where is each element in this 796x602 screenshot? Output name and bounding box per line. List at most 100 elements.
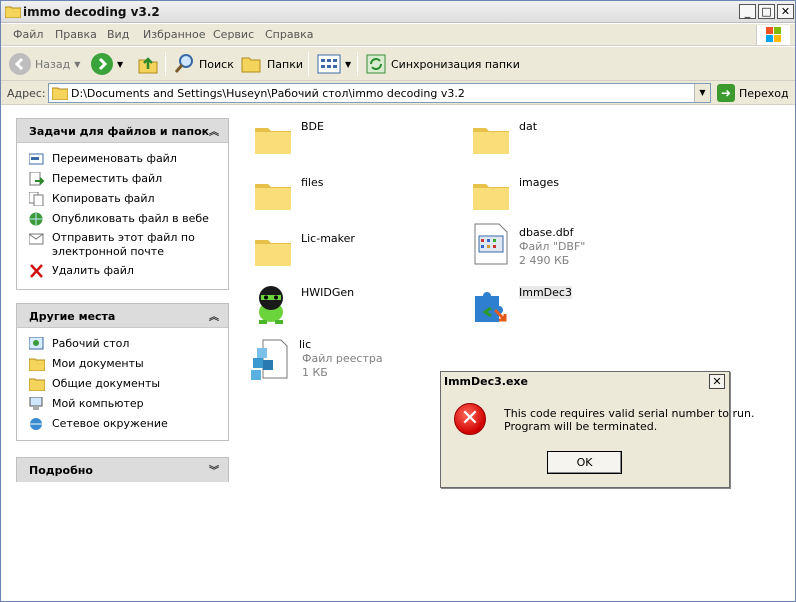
dialog-close-button[interactable]: ✕ — [709, 374, 725, 389]
go-arrow-icon: ➜ — [717, 84, 735, 102]
chevron-down-icon: ▼ — [117, 59, 124, 69]
places-panel-header[interactable]: Другие места ︽ — [17, 304, 228, 328]
views-icon — [317, 54, 341, 74]
file-item[interactable]: BDE — [251, 114, 471, 166]
copy-icon — [29, 192, 44, 206]
folder-icon — [255, 184, 291, 210]
address-bar: Адрес: D:\Documents and Settings\Huseyn\… — [1, 81, 795, 105]
search-button[interactable]: Поиск — [173, 51, 234, 77]
address-value: D:\Documents and Settings\Huseyn\Рабочий… — [71, 87, 465, 100]
dialog-message-line: This code requires valid serial number t… — [504, 407, 755, 420]
place-my-computer[interactable]: Мой компьютер — [17, 394, 228, 414]
forward-arrow-icon — [91, 53, 113, 75]
task-rename[interactable]: Переименовать файл — [17, 149, 228, 169]
details-panel: Подробно ︾ — [16, 457, 229, 482]
back-button[interactable]: Назад ▼ — [9, 51, 80, 77]
menu-favorites[interactable]: Избранное — [143, 28, 205, 41]
folder-icon — [29, 358, 45, 371]
database-file-icon — [474, 223, 508, 265]
tasks-panel-header[interactable]: Задачи для файлов и папок ︽ — [17, 119, 228, 143]
places-panel-title: Другие места — [29, 310, 116, 323]
chevron-down-icon: ▼ — [345, 59, 352, 69]
menu-view[interactable]: Вид — [107, 28, 129, 41]
menu-edit[interactable]: Правка — [55, 28, 97, 41]
file-item[interactable]: lic Файл реестра 1 КБ — [249, 336, 469, 388]
sync-label: Синхронизация папки — [391, 57, 520, 71]
search-icon — [174, 54, 193, 73]
ok-button[interactable]: OK — [547, 451, 622, 474]
puzzle-app-icon — [475, 292, 507, 322]
views-button[interactable]: ▼ — [317, 51, 351, 77]
file-item[interactable]: dat — [469, 114, 689, 166]
menu-bar: Файл Правка Вид Избранное Сервис Справка — [1, 24, 795, 46]
details-panel-title: Подробно — [29, 464, 93, 477]
file-item[interactable]: HWIDGen — [251, 280, 471, 332]
network-icon — [30, 418, 42, 430]
collapse-icon[interactable]: ︽ — [209, 123, 219, 138]
folder-icon — [473, 128, 509, 154]
chevron-down-icon[interactable]: ▼ — [694, 84, 710, 102]
task-copy[interactable]: Копировать файл — [17, 189, 228, 209]
folders-label: Папки — [267, 57, 303, 71]
minimize-button[interactable]: _ — [739, 4, 756, 19]
task-move[interactable]: Переместить файл — [17, 169, 228, 189]
robot-app-icon — [259, 286, 283, 324]
back-arrow-icon — [9, 53, 31, 75]
task-publish-web[interactable]: Опубликовать файл в вебе — [17, 209, 228, 229]
up-folder-icon — [138, 57, 158, 74]
dialog-title: ImmDec3.exe — [444, 375, 528, 388]
menu-tools[interactable]: Сервис — [213, 28, 254, 41]
rename-icon — [29, 153, 44, 165]
dialog-message-line: Program will be terminated. — [504, 420, 658, 433]
task-email[interactable]: Отправить этот файл по электронной почте — [17, 229, 228, 261]
address-label: Адрес: — [7, 87, 46, 100]
file-item[interactable]: dbase.dbf Файл "DBF" 2 490 КБ — [469, 220, 689, 272]
place-my-documents[interactable]: Мои документы — [17, 354, 228, 374]
email-icon — [29, 233, 44, 245]
sync-folder-button[interactable]: Синхронизация папки — [365, 51, 520, 77]
move-icon — [29, 172, 45, 186]
windows-logo-icon — [756, 25, 790, 45]
desktop-icon — [29, 337, 44, 350]
place-shared-documents[interactable]: Общие документы — [17, 374, 228, 394]
details-panel-header[interactable]: Подробно ︾ — [17, 458, 228, 482]
go-button[interactable]: ➜ Переход — [717, 84, 789, 102]
content-area: Задачи для файлов и папок ︽ Переименоват… — [1, 106, 795, 601]
dialog-message: This code requires valid serial number t… — [504, 407, 754, 433]
file-item[interactable]: Lic-maker — [251, 226, 471, 278]
expand-icon[interactable]: ︾ — [209, 462, 219, 477]
task-delete[interactable]: Удалить файл — [17, 261, 228, 281]
maximize-button[interactable]: □ — [758, 4, 775, 19]
go-label: Переход — [739, 86, 789, 100]
error-icon: ✕ — [454, 403, 486, 435]
dialog-title-bar[interactable]: ImmDec3.exe ✕ — [441, 372, 729, 392]
place-network[interactable]: Сетевое окружение — [17, 414, 228, 434]
folder-icon — [52, 87, 68, 100]
window-title: immo decoding v3.2 — [23, 5, 160, 19]
explorer-window: immo decoding v3.2 _ □ ✕ Файл Правка Вид… — [0, 0, 796, 602]
folders-button[interactable]: Папки — [241, 51, 303, 77]
title-bar[interactable]: immo decoding v3.2 _ □ ✕ — [1, 1, 795, 23]
file-item[interactable]: files — [251, 170, 471, 222]
globe-icon — [29, 212, 43, 226]
menu-file[interactable]: Файл — [13, 28, 43, 41]
collapse-icon[interactable]: ︽ — [209, 308, 219, 323]
menu-help[interactable]: Справка — [265, 28, 313, 41]
folder-icon — [473, 184, 509, 210]
tasks-panel-title: Задачи для файлов и папок — [29, 125, 210, 138]
up-folder-button[interactable] — [137, 51, 159, 77]
back-label: Назад — [35, 57, 71, 71]
tasks-panel: Задачи для файлов и папок ︽ Переименоват… — [16, 118, 229, 290]
file-item[interactable]: ImmDec3 — [469, 280, 689, 332]
computer-icon — [29, 397, 43, 410]
error-dialog: ImmDec3.exe ✕ ✕ This code requires valid… — [440, 371, 754, 488]
chevron-down-icon: ▼ — [74, 59, 81, 69]
registry-file-icon — [251, 339, 288, 380]
close-button[interactable]: ✕ — [777, 4, 794, 19]
place-desktop[interactable]: Рабочий стол — [17, 334, 228, 354]
forward-button[interactable]: ▼ — [91, 51, 123, 77]
file-item[interactable]: images — [469, 170, 689, 222]
folder-icon — [5, 6, 21, 18]
address-input[interactable]: D:\Documents and Settings\Huseyn\Рабочий… — [48, 83, 711, 103]
folder-icon — [29, 378, 45, 391]
